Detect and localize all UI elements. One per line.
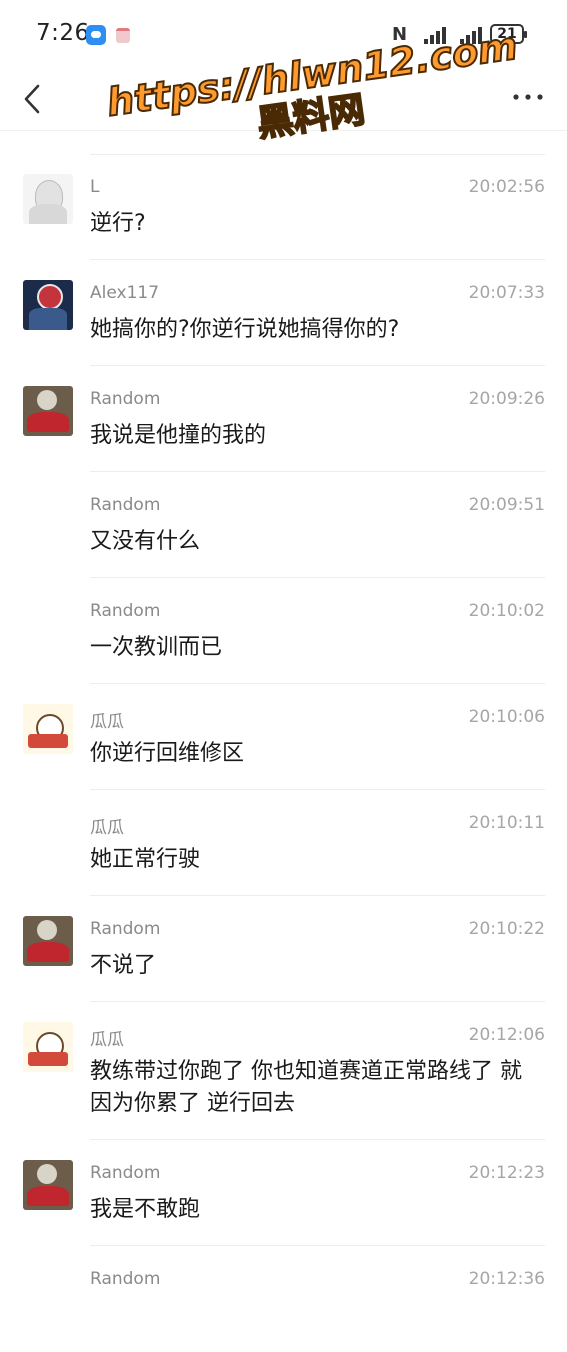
sender-name: 瓜瓜 (90, 712, 124, 732)
message-item[interactable]: Random 20:09:51 又没有什么 (0, 472, 567, 578)
signal-icon-1 (418, 26, 452, 44)
message-time: 20:10:02 (468, 601, 545, 621)
message-item[interactable]: L 20:02:56 逆行? (0, 154, 567, 260)
sender-name: Alex117 (90, 283, 160, 303)
avatar[interactable] (23, 1160, 73, 1210)
message-time: 20:12:06 (468, 1025, 545, 1045)
message-text: 逆行? (90, 211, 146, 236)
more-options-icon[interactable] (508, 82, 548, 112)
message-text: 一次教训而已 (90, 635, 223, 660)
message-text: 不说了 (90, 953, 157, 978)
message-time: 20:10:22 (468, 919, 545, 939)
sender-name: Random (90, 601, 161, 621)
nfc-icon: Ν (392, 24, 408, 45)
message-time: 20:09:51 (468, 495, 545, 515)
sender-name: Random (90, 919, 161, 939)
message-text: 我说是他撞的我的 (90, 423, 267, 448)
sender-name: 瓜瓜 (90, 1030, 124, 1050)
sender-name: 瓜瓜 (90, 818, 124, 838)
sender-name: Random (90, 1269, 161, 1289)
avatar[interactable] (23, 1022, 73, 1072)
message-item[interactable]: Random 20:09:26 我说是他撞的我的 (0, 366, 567, 472)
message-time: 20:09:26 (468, 389, 545, 409)
app-notification-icon (86, 25, 106, 45)
message-item[interactable]: Random 20:12:23 我是不敢跑 (0, 1140, 567, 1246)
battery-icon: 21 (490, 24, 527, 44)
message-time: 20:07:33 (468, 283, 545, 303)
nav-bar (0, 70, 567, 131)
sender-name: Random (90, 1163, 161, 1183)
avatar[interactable] (23, 280, 73, 330)
message-item[interactable]: 瓜瓜 20:10:06 你逆行回维修区 (0, 684, 567, 790)
message-item[interactable]: Random 20:10:22 不说了 (0, 896, 567, 1002)
message-time: 20:10:11 (468, 813, 545, 833)
message-item[interactable]: Random 20:10:02 一次教训而已 (0, 578, 567, 684)
message-text: 你逆行回维修区 (90, 741, 245, 766)
back-arrow-icon[interactable] (18, 82, 48, 116)
status-time: 7:26 (36, 20, 90, 46)
sender-name: Random (90, 389, 161, 409)
app-notification-icon-2 (116, 28, 130, 43)
message-text: 又没有什么 (90, 529, 201, 554)
message-item[interactable]: 瓜瓜 20:12:06 教练带过你跑了 你也知道赛道正常路线了 就因为你累了 逆… (0, 1002, 567, 1140)
message-text: 她正常行驶 (90, 847, 201, 872)
message-text: 教练带过你跑了 你也知道赛道正常路线了 就因为你累了 逆行回去 (90, 1059, 522, 1116)
message-time: 20:12:36 (468, 1269, 545, 1289)
message-time: 20:12:23 (468, 1163, 545, 1183)
message-time: 20:10:06 (468, 707, 545, 727)
message-item[interactable]: Random 20:12:36 (0, 1246, 567, 1352)
avatar[interactable] (23, 916, 73, 966)
message-text: 她搞你的?你逆行说她搞得你的? (90, 317, 400, 342)
sender-name: L (90, 177, 100, 197)
signal-icon-2 (458, 26, 484, 44)
avatar[interactable] (23, 704, 73, 754)
status-bar: 7:26 Ν 21 (0, 0, 567, 70)
sender-name: Random (90, 495, 161, 515)
avatar[interactable] (23, 386, 73, 436)
message-text: 我是不敢跑 (90, 1197, 201, 1222)
message-time: 20:02:56 (468, 177, 545, 197)
chat-message-list[interactable]: L 20:02:56 逆行? Alex117 20:07:33 她搞你的?你逆行… (0, 154, 567, 1352)
message-item[interactable]: Alex117 20:07:33 她搞你的?你逆行说她搞得你的? (0, 260, 567, 366)
message-item[interactable]: 瓜瓜 20:10:11 她正常行驶 (0, 790, 567, 896)
avatar[interactable] (23, 174, 73, 224)
